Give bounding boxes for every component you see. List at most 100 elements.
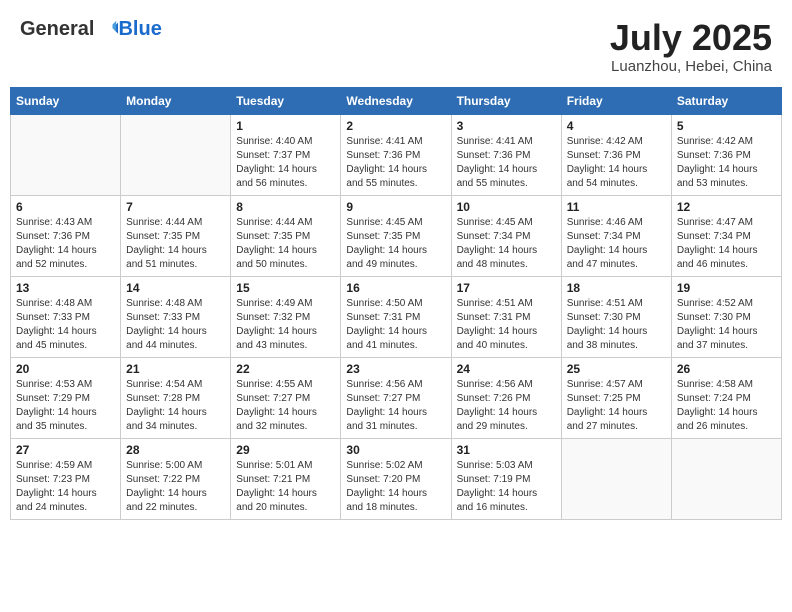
day-number: 28 — [126, 443, 225, 457]
week-row-3: 13Sunrise: 4:48 AM Sunset: 7:33 PM Dayli… — [11, 276, 782, 357]
day-number: 15 — [236, 281, 335, 295]
calendar-cell: 27 Sunrise: 4:59 AM Sunset: 7:23 PM Dayli… — [11, 438, 121, 519]
day-info: Sunrise: 4:54 AM Sunset: 7:28 PM Dayligh… — [126, 378, 225, 434]
day-info: Sunrise: 4:53 AM Sunset: 7:29 PM Dayligh… — [16, 378, 115, 434]
day-number: 30 — [346, 443, 445, 457]
day-info: Sunrise: 4:56 AM Sunset: 7:27 PM Dayligh… — [346, 378, 445, 434]
calendar-cell: 2 Sunrise: 4:41 AM Sunset: 7:36 PM Daylig… — [341, 114, 451, 195]
week-row-4: 20Sunrise: 4:53 AM Sunset: 7:29 PM Dayli… — [11, 357, 782, 438]
logo-blue: Blue — [118, 18, 161, 41]
day-number: 25 — [567, 362, 666, 376]
day-info: Sunrise: 5:01 AM Sunset: 7:21 PM Dayligh… — [236, 459, 335, 515]
calendar-cell: 29Sunrise: 5:01 AM Sunset: 7:21 PM Dayli… — [231, 438, 341, 519]
day-info: Sunrise: 4:48 AM Sunset: 7:33 PM Dayligh… — [126, 297, 225, 353]
calendar-cell: 30 Sunrise: 5:02 AM Sunset: 7:20 PM Dayli… — [341, 438, 451, 519]
week-row-1: 1 Sunrise: 4:40 AM Sunset: 7:37 PM Daylig… — [11, 114, 782, 195]
day-info: Sunrise: 4:41 AM Sunset: 7:36 PM Dayligh… — [346, 135, 445, 191]
calendar-cell: 22 Sunrise: 4:55 AM Sunset: 7:27 PM Dayli… — [231, 357, 341, 438]
day-info: Sunrise: 4:59 AM Sunset: 7:23 PM Dayligh… — [16, 459, 115, 515]
day-number: 22 — [236, 362, 335, 376]
calendar-cell — [11, 114, 121, 195]
day-number: 11 — [567, 200, 666, 214]
week-row-2: 6Sunrise: 4:43 AM Sunset: 7:36 PM Daylig… — [11, 195, 782, 276]
day-number: 8 — [236, 200, 335, 214]
calendar-cell: 12 Sunrise: 4:47 AM Sunset: 7:34 PM Dayli… — [671, 195, 781, 276]
col-saturday: Saturday — [671, 87, 781, 114]
day-number: 10 — [457, 200, 556, 214]
week-row-5: 27 Sunrise: 4:59 AM Sunset: 7:23 PM Dayli… — [11, 438, 782, 519]
calendar-cell: 9 Sunrise: 4:45 AM Sunset: 7:35 PM Daylig… — [341, 195, 451, 276]
day-number: 24 — [457, 362, 556, 376]
day-info: Sunrise: 4:44 AM Sunset: 7:35 PM Dayligh… — [236, 216, 335, 272]
calendar-cell: 8 Sunrise: 4:44 AM Sunset: 7:35 PM Daylig… — [231, 195, 341, 276]
calendar-cell: 4Sunrise: 4:42 AM Sunset: 7:36 PM Daylig… — [561, 114, 671, 195]
day-info: Sunrise: 4:57 AM Sunset: 7:25 PM Dayligh… — [567, 378, 666, 434]
day-info: Sunrise: 4:51 AM Sunset: 7:31 PM Dayligh… — [457, 297, 556, 353]
col-friday: Friday — [561, 87, 671, 114]
calendar-cell: 20Sunrise: 4:53 AM Sunset: 7:29 PM Dayli… — [11, 357, 121, 438]
day-info: Sunrise: 4:48 AM Sunset: 7:33 PM Dayligh… — [16, 297, 115, 353]
calendar: Sunday Monday Tuesday Wednesday Thursday… — [10, 87, 782, 520]
calendar-cell: 24Sunrise: 4:56 AM Sunset: 7:26 PM Dayli… — [451, 357, 561, 438]
location: Luanzhou, Hebei, China — [610, 58, 772, 75]
calendar-cell: 11 Sunrise: 4:46 AM Sunset: 7:34 PM Dayli… — [561, 195, 671, 276]
day-info: Sunrise: 5:00 AM Sunset: 7:22 PM Dayligh… — [126, 459, 225, 515]
day-number: 23 — [346, 362, 445, 376]
day-number: 9 — [346, 200, 445, 214]
day-info: Sunrise: 5:02 AM Sunset: 7:20 PM Dayligh… — [346, 459, 445, 515]
calendar-cell: 5 Sunrise: 4:42 AM Sunset: 7:36 PM Daylig… — [671, 114, 781, 195]
day-number: 12 — [677, 200, 776, 214]
calendar-cell: 28 Sunrise: 5:00 AM Sunset: 7:22 PM Dayli… — [121, 438, 231, 519]
day-number: 19 — [677, 281, 776, 295]
calendar-cell: 10 Sunrise: 4:45 AM Sunset: 7:34 PM Dayli… — [451, 195, 561, 276]
day-info: Sunrise: 4:55 AM Sunset: 7:27 PM Dayligh… — [236, 378, 335, 434]
day-number: 18 — [567, 281, 666, 295]
day-info: Sunrise: 4:49 AM Sunset: 7:32 PM Dayligh… — [236, 297, 335, 353]
day-number: 17 — [457, 281, 556, 295]
day-info: Sunrise: 4:47 AM Sunset: 7:34 PM Dayligh… — [677, 216, 776, 272]
calendar-cell — [561, 438, 671, 519]
title-block: July 2025 Luanzhou, Hebei, China — [610, 18, 772, 75]
day-number: 21 — [126, 362, 225, 376]
col-monday: Monday — [121, 87, 231, 114]
calendar-header-row: Sunday Monday Tuesday Wednesday Thursday… — [11, 87, 782, 114]
day-info: Sunrise: 4:45 AM Sunset: 7:35 PM Dayligh… — [346, 216, 445, 272]
calendar-cell: 1 Sunrise: 4:40 AM Sunset: 7:37 PM Daylig… — [231, 114, 341, 195]
calendar-cell: 25 Sunrise: 4:57 AM Sunset: 7:25 PM Dayli… — [561, 357, 671, 438]
day-number: 16 — [346, 281, 445, 295]
month-title: July 2025 — [610, 18, 772, 58]
day-info: Sunrise: 4:58 AM Sunset: 7:24 PM Dayligh… — [677, 378, 776, 434]
col-wednesday: Wednesday — [341, 87, 451, 114]
day-number: 14 — [126, 281, 225, 295]
day-info: Sunrise: 4:41 AM Sunset: 7:36 PM Dayligh… — [457, 135, 556, 191]
day-number: 27 — [16, 443, 115, 457]
day-info: Sunrise: 4:51 AM Sunset: 7:30 PM Dayligh… — [567, 297, 666, 353]
calendar-cell: 31Sunrise: 5:03 AM Sunset: 7:19 PM Dayli… — [451, 438, 561, 519]
col-sunday: Sunday — [11, 87, 121, 114]
calendar-cell — [121, 114, 231, 195]
day-info: Sunrise: 4:42 AM Sunset: 7:36 PM Dayligh… — [567, 135, 666, 191]
logo-icon — [96, 19, 118, 41]
calendar-cell: 21 Sunrise: 4:54 AM Sunset: 7:28 PM Dayli… — [121, 357, 231, 438]
day-info: Sunrise: 4:45 AM Sunset: 7:34 PM Dayligh… — [457, 216, 556, 272]
day-info: Sunrise: 4:40 AM Sunset: 7:37 PM Dayligh… — [236, 135, 335, 191]
calendar-cell: 18 Sunrise: 4:51 AM Sunset: 7:30 PM Dayli… — [561, 276, 671, 357]
day-number: 31 — [457, 443, 556, 457]
day-info: Sunrise: 4:43 AM Sunset: 7:36 PM Dayligh… — [16, 216, 115, 272]
calendar-cell: 23 Sunrise: 4:56 AM Sunset: 7:27 PM Dayli… — [341, 357, 451, 438]
day-number: 2 — [346, 119, 445, 133]
calendar-cell: 17 Sunrise: 4:51 AM Sunset: 7:31 PM Dayli… — [451, 276, 561, 357]
day-info: Sunrise: 4:46 AM Sunset: 7:34 PM Dayligh… — [567, 216, 666, 272]
logo: General Blue — [20, 18, 162, 41]
calendar-cell: 26Sunrise: 4:58 AM Sunset: 7:24 PM Dayli… — [671, 357, 781, 438]
day-number: 5 — [677, 119, 776, 133]
calendar-cell — [671, 438, 781, 519]
day-number: 1 — [236, 119, 335, 133]
calendar-cell: 13Sunrise: 4:48 AM Sunset: 7:33 PM Dayli… — [11, 276, 121, 357]
day-info: Sunrise: 4:44 AM Sunset: 7:35 PM Dayligh… — [126, 216, 225, 272]
col-thursday: Thursday — [451, 87, 561, 114]
calendar-cell: 14 Sunrise: 4:48 AM Sunset: 7:33 PM Dayli… — [121, 276, 231, 357]
logo-general: General — [20, 18, 94, 41]
day-number: 3 — [457, 119, 556, 133]
day-info: Sunrise: 4:42 AM Sunset: 7:36 PM Dayligh… — [677, 135, 776, 191]
